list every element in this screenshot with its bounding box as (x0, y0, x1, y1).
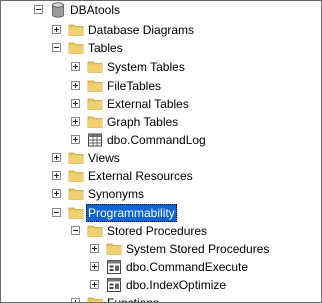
table-icon (88, 133, 102, 147)
tree-node-label: dbo.CommandLog (107, 133, 206, 147)
expand-toggle[interactable] (71, 62, 80, 71)
tree-node-label: FileTables (107, 79, 162, 93)
tree-node-commandlog[interactable]: dbo.CommandLog (1, 131, 321, 149)
folder-icon (87, 116, 103, 128)
tree-node-label-selected: Programmability (86, 204, 177, 222)
collapse-toggle[interactable] (34, 5, 43, 14)
tree-node-label: dbo.CommandExecute (126, 260, 249, 274)
tree-node-label: System Stored Procedures (126, 242, 270, 256)
folder-icon (106, 243, 122, 255)
expand-toggle[interactable] (71, 298, 80, 302)
expand-toggle[interactable] (71, 99, 80, 108)
tree-node-label: dbo.IndexOptimize (126, 278, 227, 292)
collapse-toggle[interactable] (52, 208, 61, 217)
expand-toggle[interactable] (52, 153, 61, 162)
folder-icon (68, 24, 84, 36)
tree-node-label: Synonyms (88, 187, 145, 201)
tree-node-stored-procedures[interactable]: Stored Procedures (1, 222, 321, 240)
folder-icon (87, 297, 103, 302)
tree-node-commandexecute[interactable]: dbo.CommandExecute (1, 258, 321, 276)
folder-icon (87, 61, 103, 73)
folder-icon (87, 80, 103, 92)
tree-node-label: Stored Procedures (107, 224, 208, 238)
tree-node-label: Views (88, 151, 120, 165)
folder-icon (68, 152, 84, 164)
stored-procedure-icon (107, 260, 121, 274)
expand-toggle[interactable] (90, 244, 99, 253)
expand-toggle[interactable] (71, 81, 80, 90)
tree-node-indexoptimize[interactable]: dbo.IndexOptimize (1, 276, 321, 294)
tree-node-graph-tables[interactable]: Graph Tables (1, 113, 321, 131)
tree-node-synonyms[interactable]: Synonyms (1, 185, 321, 203)
tree-node-external-tables[interactable]: External Tables (1, 95, 321, 113)
folder-icon (87, 225, 103, 237)
folder-icon (68, 188, 84, 200)
expand-toggle[interactable] (52, 189, 61, 198)
expand-toggle[interactable] (90, 280, 99, 289)
folder-icon (68, 207, 84, 219)
expand-toggle[interactable] (71, 117, 80, 126)
tree-node-label: Functions (107, 296, 160, 303)
collapse-toggle[interactable] (71, 226, 80, 235)
tree-node-views[interactable]: Views (1, 149, 321, 167)
tree-node-database-diagrams[interactable]: Database Diagrams (1, 21, 321, 39)
tree-node-filetables[interactable]: FileTables (1, 77, 321, 95)
collapse-toggle[interactable] (52, 43, 61, 52)
tree-node-functions[interactable]: Functions (1, 294, 321, 303)
stored-procedure-icon (107, 278, 121, 292)
tree-node-label: Tables (88, 41, 123, 55)
tree-node-programmability[interactable]: Programmability (1, 204, 321, 222)
tree-node-label: Graph Tables (107, 115, 179, 129)
tree-node-system-stored-procedures[interactable]: System Stored Procedures (1, 240, 321, 258)
expand-toggle[interactable] (52, 25, 61, 34)
expand-toggle[interactable] (90, 262, 99, 271)
tree-node-tables[interactable]: Tables (1, 39, 321, 57)
expand-toggle[interactable] (52, 171, 61, 180)
tree-node-label: External Resources (88, 169, 193, 183)
tree-node-label: System Tables (107, 60, 185, 74)
object-explorer-tree: DBAtools Database Diagrams Tables System… (0, 0, 322, 303)
folder-icon (68, 170, 84, 182)
tree-node-label: DBAtools (70, 3, 121, 17)
expand-toggle[interactable] (71, 135, 80, 144)
tree-node-label: External Tables (107, 97, 189, 111)
database-icon (52, 2, 64, 18)
folder-icon (87, 98, 103, 110)
tree-node-system-tables[interactable]: System Tables (1, 58, 321, 76)
tree-node-database[interactable]: DBAtools (1, 1, 321, 19)
tree-node-external-resources[interactable]: External Resources (1, 167, 321, 185)
tree-node-label: Database Diagrams (88, 23, 195, 37)
folder-icon (68, 42, 84, 54)
